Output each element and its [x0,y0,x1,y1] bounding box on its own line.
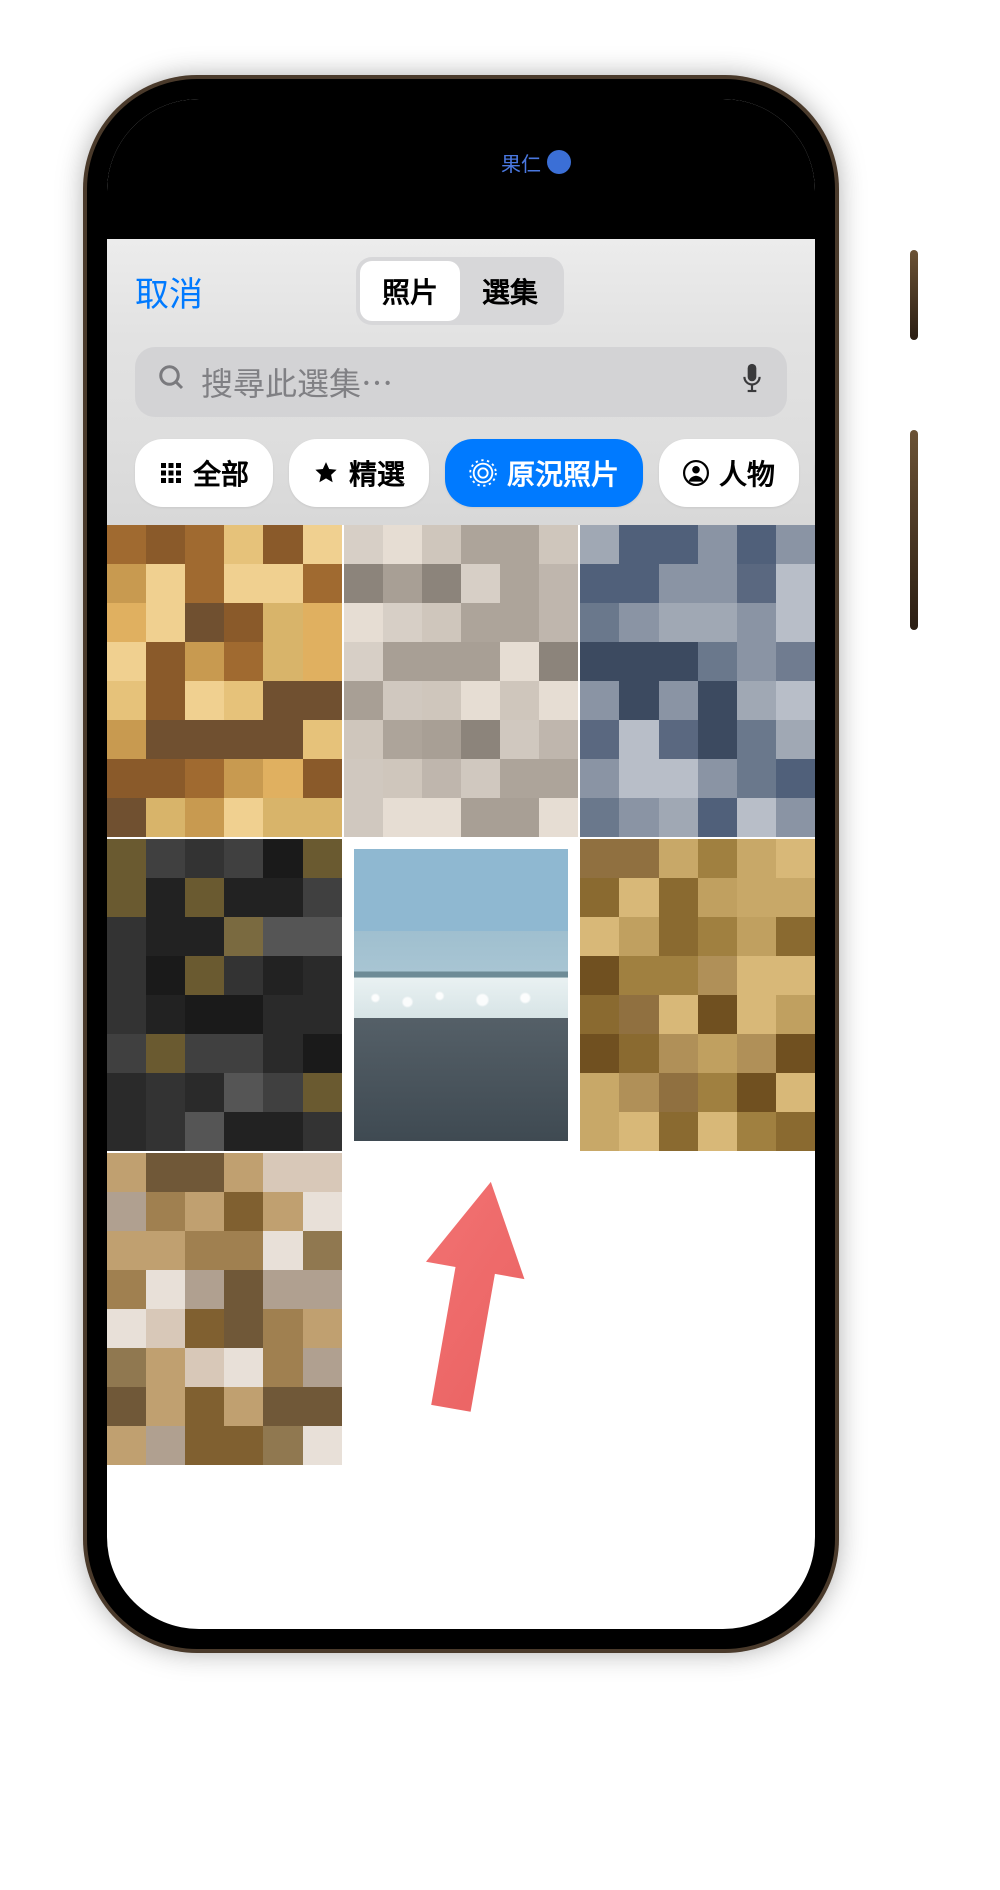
photo-thumbnail[interactable] [107,525,342,837]
chip-label: 原況照片 [507,453,619,493]
microphone-icon[interactable] [739,361,765,403]
island-label: 果仁 [501,148,541,177]
photo-thumbnail[interactable] [344,525,579,837]
filter-chips-row[interactable]: 全部 精選 原況照片 [107,433,815,525]
island-indicator-icon [547,150,571,174]
grid-icon [159,461,183,485]
filter-chip-all[interactable]: 全部 [135,439,273,507]
segment-collections[interactable]: 選集 [460,261,560,321]
photo-thumbnail-selected[interactable] [344,839,579,1151]
cancel-button[interactable]: 取消 [135,267,203,316]
dynamic-island[interactable]: 果仁 [331,129,591,195]
photo-thumbnail[interactable] [107,839,342,1151]
search-placeholder: 搜尋此選集⋯ [201,359,739,405]
status-bar-area: 果仁 [107,99,815,239]
chip-label: 全部 [193,453,249,493]
chip-label: 人物 [719,453,775,493]
photo-thumbnail[interactable] [580,839,815,1151]
segmented-control[interactable]: 照片 選集 [356,257,564,325]
iphone-frame: 果仁 取消 照片 選集 搜尋此選集⋯ [87,79,835,1649]
search-icon [157,363,187,402]
photo-thumbnail[interactable] [107,1153,342,1465]
search-field[interactable]: 搜尋此選集⋯ [135,347,787,417]
chip-label: 精選 [349,453,405,493]
empty-grid-cell [580,1153,815,1465]
device-power-button [910,430,918,630]
selected-photo-beach[interactable] [350,845,573,1145]
empty-grid-cell [344,1153,579,1465]
photo-grid [107,525,815,1465]
picker-header: 取消 照片 選集 [107,239,815,339]
filter-chip-people[interactable]: 人物 [659,439,799,507]
segment-photos[interactable]: 照片 [360,261,460,321]
screen: 果仁 取消 照片 選集 搜尋此選集⋯ [107,99,815,1629]
filter-chip-live-photos[interactable]: 原況照片 [445,439,643,507]
photo-thumbnail[interactable] [580,525,815,837]
star-icon [313,460,339,486]
device-side-button [910,250,918,340]
search-container: 搜尋此選集⋯ [107,339,815,433]
photo-grid-scroll[interactable] [107,525,815,1629]
filter-chip-featured[interactable]: 精選 [289,439,429,507]
live-photo-icon [469,459,497,487]
person-icon [683,460,709,486]
